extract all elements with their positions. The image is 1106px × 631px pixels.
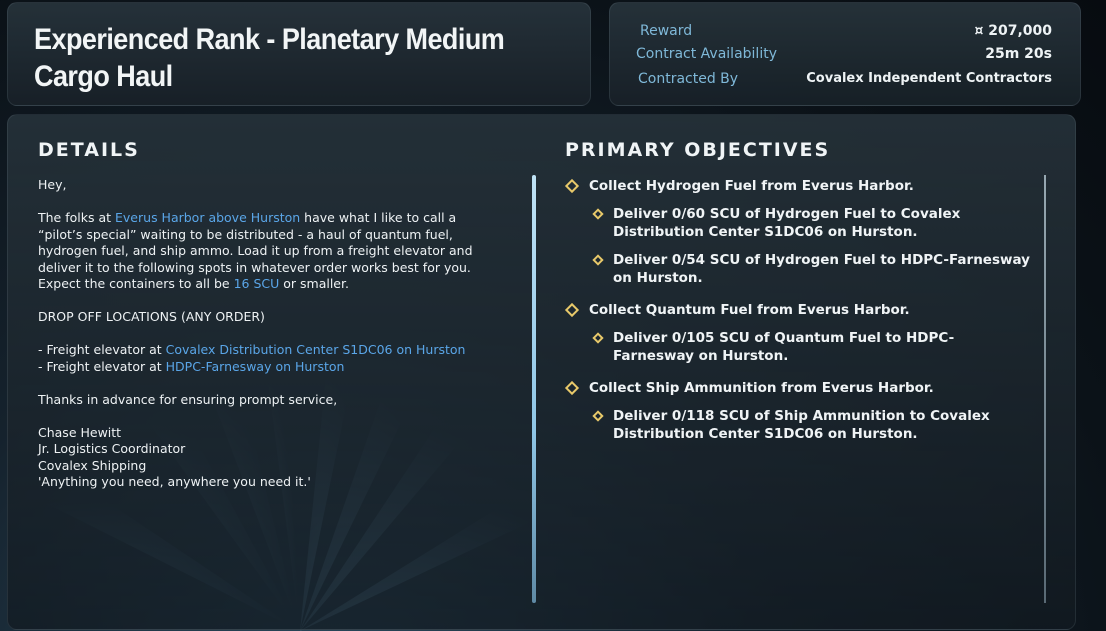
objective-label: Collect Ship Ammunition from Everus Harb… (589, 380, 934, 396)
diamond-icon (592, 332, 604, 344)
scrollbar[interactable] (532, 175, 536, 603)
objective-primary: Collect Ship Ammunition from Everus Harb… (564, 379, 1035, 397)
text-span: or smaller. (279, 276, 349, 291)
objectives-list: Collect Hydrogen Fuel from Everus Harbor… (564, 177, 1035, 457)
diamond-icon (564, 380, 580, 396)
contract-body-panel: DETAILS Hey, The folks at Everus Harbor … (7, 114, 1076, 630)
text-span: - Freight elevator at (38, 358, 166, 374)
dropoff-list: - Freight elevator at Covalex Distributi… (38, 342, 478, 375)
objective-group: Collect Ship Ammunition from Everus Harb… (564, 379, 1035, 443)
contract-title: Experienced Rank - Planetary Medium Carg… (34, 23, 505, 93)
reward-row: Reward ¤ 207,000 (636, 23, 1052, 45)
reward-value: ¤ 207,000 (974, 23, 1052, 39)
objective-sub-label: Deliver 0/54 SCU of Hydrogen Fuel to HDP… (613, 252, 1030, 286)
signature: Chase Hewitt Jr. Logistics Coordinator C… (38, 425, 478, 491)
diamond-icon (564, 178, 580, 194)
objective-label: Collect Quantum Fuel from Everus Harbor. (589, 302, 910, 318)
scu-highlight: 16 SCU (233, 276, 280, 291)
objective-primary: Collect Hydrogen Fuel from Everus Harbor… (564, 177, 1035, 195)
location-link-covalex[interactable]: Covalex Distribution Center S1DC06 on Hu… (166, 342, 466, 357)
objective-group: Collect Hydrogen Fuel from Everus Harbor… (564, 177, 1035, 287)
objective-sub-label: Deliver 0/60 SCU of Hydrogen Fuel to Cov… (613, 206, 961, 240)
objective-sub-label: Deliver 0/105 SCU of Quantum Fuel to HDP… (613, 330, 955, 364)
details-paragraph: The folks at Everus Harbor above Hurston… (38, 210, 478, 293)
reward-label: Reward (640, 23, 693, 39)
sig-title: Jr. Logistics Coordinator (38, 441, 186, 456)
objective-primary: Collect Quantum Fuel from Everus Harbor. (564, 301, 1035, 319)
diamond-icon (564, 302, 580, 318)
diamond-icon (592, 208, 604, 220)
diamond-icon (592, 254, 604, 266)
location-link-hdpc[interactable]: HDPC-Farnesway on Hurston (166, 359, 345, 374)
objective-sub-label: Deliver 0/118 SCU of Ship Ammunition to … (613, 408, 990, 442)
sig-motto: 'Anything you need, anywhere you need it… (38, 474, 311, 489)
dropoff-heading: DROP OFF LOCATIONS (ANY ORDER) (38, 309, 265, 324)
thanks-line: Thanks in advance for ensuring prompt se… (38, 391, 338, 407)
details-heading: DETAILS (38, 139, 140, 161)
greeting: Hey, (38, 177, 67, 192)
sig-company: Covalex Shipping (38, 457, 147, 473)
sig-name: Chase Hewitt (38, 424, 122, 440)
details-text[interactable]: Hey, The folks at Everus Harbor above Hu… (38, 177, 478, 491)
availability-row: Contract Availability 25m 20s (636, 46, 1052, 68)
text-span: The folks at (38, 210, 116, 225)
text-span: - Freight elevator at (38, 342, 166, 357)
contract-info-panel: Reward ¤ 207,000 Contract Availability 2… (609, 2, 1081, 106)
objective-sub: Deliver 0/54 SCU of Hydrogen Fuel to HDP… (565, 251, 1035, 287)
objective-sub: Deliver 0/118 SCU of Ship Ammunition to … (565, 407, 1035, 443)
contracted-by-value: Covalex Independent Contractors (806, 71, 1052, 86)
availability-label: Contract Availability (636, 46, 777, 62)
contracted-by-row: Contracted By Covalex Independent Contra… (636, 71, 1052, 93)
objective-label: Collect Hydrogen Fuel from Everus Harbor… (589, 178, 914, 194)
panel-edge-line (1044, 175, 1046, 603)
contract-title-panel: Experienced Rank - Planetary Medium Carg… (7, 2, 591, 106)
contracted-by-label: Contracted By (638, 71, 739, 87)
objectives-heading: PRIMARY OBJECTIVES (565, 139, 831, 161)
location-link-everus[interactable]: Everus Harbor above Hurston (115, 210, 300, 225)
objective-sub: Deliver 0/60 SCU of Hydrogen Fuel to Cov… (565, 205, 1035, 241)
availability-value: 25m 20s (985, 46, 1052, 62)
objective-sub: Deliver 0/105 SCU of Quantum Fuel to HDP… (565, 329, 1035, 365)
diamond-icon (592, 410, 604, 422)
objective-group: Collect Quantum Fuel from Everus Harbor.… (564, 301, 1035, 365)
